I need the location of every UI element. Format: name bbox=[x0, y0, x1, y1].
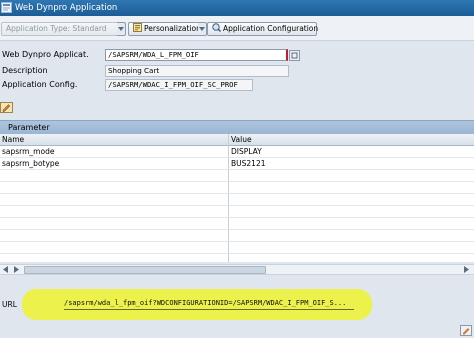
edit-pencil-icon[interactable] bbox=[0, 102, 13, 113]
application-config-field: /SAPSRM/WDAC_I_FPM_OIF_SC_PROF bbox=[105, 79, 253, 91]
scroll-right-icon[interactable] bbox=[464, 266, 470, 273]
row-name: sapsrm_botype bbox=[2, 159, 60, 168]
application-type-button[interactable]: Application Type: Standard bbox=[1, 22, 121, 36]
table-row[interactable] bbox=[0, 194, 474, 206]
chevron-down-icon bbox=[199, 27, 205, 31]
window-title: Web Dynpro Application bbox=[15, 3, 118, 13]
row-name: sapsrm_mode bbox=[2, 147, 55, 156]
table-row[interactable] bbox=[0, 230, 474, 242]
application-config-label: Application Config. bbox=[2, 80, 78, 89]
window-title-bar: Web Dynpro Application bbox=[0, 0, 474, 16]
scroll-left-icon[interactable] bbox=[3, 266, 9, 273]
value-help-button[interactable] bbox=[289, 50, 300, 61]
column-header-value[interactable]: Value bbox=[229, 134, 252, 145]
description-label: Description bbox=[2, 66, 48, 75]
parameter-table: Name Value sapsrm_mode DISPLAY sapsrm_bo… bbox=[0, 134, 474, 262]
table-header: Name Value bbox=[0, 134, 474, 146]
personalization-label: Personalization bbox=[144, 24, 201, 33]
configuration-icon bbox=[212, 23, 221, 32]
table-row[interactable] bbox=[0, 242, 474, 254]
scroll-thumb[interactable] bbox=[24, 266, 266, 274]
application-configuration-button[interactable]: Application Configuration bbox=[207, 22, 319, 36]
description-field: Shopping Cart bbox=[105, 65, 289, 77]
application-field[interactable]: /SAPSRM/WDA_L_FPM_OIF bbox=[105, 49, 288, 61]
table-row[interactable]: sapsrm_mode DISPLAY bbox=[0, 146, 474, 158]
application-type-dropdown[interactable] bbox=[117, 22, 126, 36]
horizontal-scrollbar[interactable] bbox=[0, 264, 474, 275]
table-row[interactable] bbox=[0, 206, 474, 218]
table-row[interactable] bbox=[0, 182, 474, 194]
edit-icon[interactable] bbox=[460, 325, 472, 336]
url-label: URL bbox=[2, 300, 17, 309]
table-row[interactable]: sapsrm_botype BUS2121 bbox=[0, 158, 474, 170]
column-header-name[interactable]: Name bbox=[0, 134, 24, 145]
personalization-icon bbox=[133, 23, 142, 32]
value-help-icon bbox=[291, 52, 298, 59]
personalization-dropdown[interactable] bbox=[198, 22, 207, 36]
personalization-button[interactable]: Personalization bbox=[128, 22, 202, 36]
table-row[interactable] bbox=[0, 170, 474, 182]
app-icon bbox=[1, 2, 12, 13]
table-row[interactable] bbox=[0, 218, 474, 230]
application-configuration-label: Application Configuration bbox=[223, 24, 319, 33]
chevron-down-icon bbox=[118, 27, 124, 31]
row-value: DISPLAY bbox=[231, 147, 262, 156]
parameter-panel-header[interactable]: Parameter bbox=[0, 120, 474, 134]
application-label: Web Dynpro Applicat. bbox=[2, 50, 89, 59]
url-field[interactable]: /sapsrm/wda_l_fpm_oif?WDCONFIGURATIONID=… bbox=[64, 298, 354, 310]
scroll-right-small-icon[interactable] bbox=[14, 266, 20, 273]
parameter-panel-title: Parameter bbox=[8, 123, 50, 132]
row-value: BUS2121 bbox=[231, 159, 266, 168]
toolbar: Application Type: Standard Personalizati… bbox=[0, 16, 474, 41]
application-type-label: Application Type: Standard bbox=[6, 24, 107, 33]
